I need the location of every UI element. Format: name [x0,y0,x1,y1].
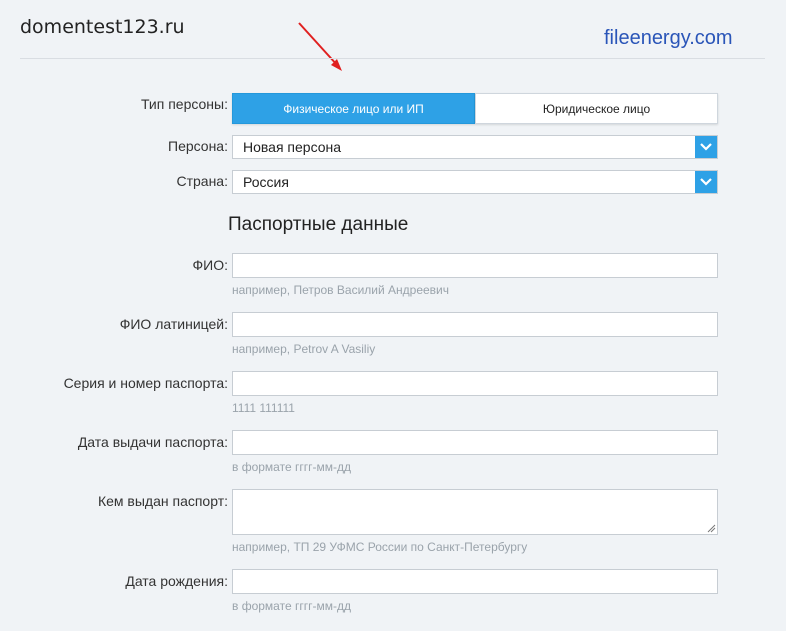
passport-number-hint: 1111 111111 [232,401,295,415]
country-label: Страна: [176,173,228,189]
issue-date-hint: в формате гггг-мм-дд [232,460,351,474]
passport-section-title: Паспортные данные [228,214,409,235]
issued-by-textarea[interactable] [232,489,718,535]
latin-name-label: ФИО латиницей: [119,316,228,332]
passport-number-label: Серия и номер паспорта: [63,375,228,391]
chevron-down-icon[interactable] [695,136,717,158]
page: domentest123.ru fileenergy.com Тип персо… [0,0,786,631]
person-type-label: Тип персоны: [140,96,228,112]
person-type-legal-entity-button[interactable]: Юридическое лицо [475,93,718,124]
issue-date-label: Дата выдачи паспорта: [77,434,228,450]
country-select-value: Россия [243,174,289,190]
person-type-individual-button[interactable]: Физическое лицо или ИП [232,93,475,124]
country-select[interactable]: Россия [232,170,718,194]
issued-by-hint: например, ТП 29 УФМС России по Санкт-Пет… [232,540,528,554]
full-name-input[interactable] [232,253,718,278]
annotation-arrow-icon [298,22,342,71]
issued-by-label: Кем выдан паспорт: [97,493,228,509]
birth-date-input[interactable] [232,569,718,594]
issue-date-input[interactable] [232,430,718,455]
resize-handle-icon[interactable] [707,524,716,533]
watermark-text: fileenergy.com [604,27,733,49]
site-title: domentest123.ru [20,16,185,38]
persona-label: Персона: [168,138,228,154]
latin-name-input[interactable] [232,312,718,337]
birth-date-hint: в формате гггг-мм-дд [232,599,351,613]
persona-select-value: Новая персона [243,139,342,155]
birth-date-label: Дата рождения: [125,573,228,589]
latin-name-hint: например, Petrov A Vasiliy [232,342,376,356]
persona-select[interactable]: Новая персона [232,135,718,159]
passport-number-input[interactable] [232,371,718,396]
person-type-toggle: Физическое лицо или ИП Юридическое лицо [232,93,718,124]
full-name-label: ФИО: [192,257,229,273]
chevron-down-icon[interactable] [695,171,717,193]
full-name-hint: например, Петров Василий Андреевич [232,283,450,297]
header-divider [20,58,765,59]
